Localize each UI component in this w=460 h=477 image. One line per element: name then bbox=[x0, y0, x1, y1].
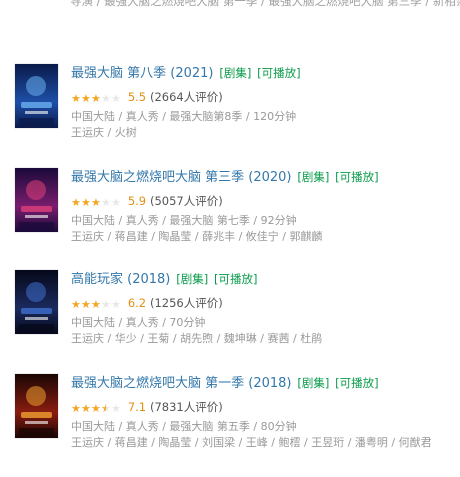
rating-score: 6.2 bbox=[127, 296, 147, 310]
rating-score: 5.9 bbox=[127, 194, 147, 208]
poster-graphic bbox=[15, 374, 58, 438]
item-meta: 中国大陆 / 真人秀 / 最强大脑 第七季 / 92分钟 bbox=[71, 214, 297, 227]
series-tag-link[interactable]: [剧集] bbox=[176, 272, 208, 286]
list-item: 最强大脑 第八季 (2021) [剧集] [可播放] ★★★★★ 5.5 (26… bbox=[0, 64, 460, 144]
star-icon: ★ bbox=[111, 402, 121, 415]
star-icon: ★ bbox=[81, 92, 91, 105]
title-link[interactable]: 高能玩家 (2018) bbox=[71, 272, 170, 287]
poster-graphic bbox=[15, 168, 58, 232]
star-icon: ★ bbox=[71, 196, 81, 209]
title-link[interactable]: 最强大脑 第八季 (2021) bbox=[71, 66, 214, 81]
rating-stars: ★★★★★ bbox=[71, 194, 121, 212]
item-meta: 中国大陆 / 真人秀 / 70分钟 bbox=[71, 316, 206, 329]
list-item: 最强大脑之燃烧吧大脑 第三季 (2020) [剧集] [可播放] ★★★★★ 5… bbox=[0, 168, 460, 248]
poster-graphic bbox=[15, 64, 58, 128]
star-icon: ★ bbox=[71, 298, 81, 311]
rating-stars: ★★★★★ bbox=[71, 90, 121, 108]
item-meta: 中国大陆 / 真人秀 / 最强大脑第8季 / 120分钟 bbox=[71, 110, 297, 123]
playable-tag-link[interactable]: [可播放] bbox=[257, 66, 300, 80]
rating-count: (1256人评价) bbox=[149, 296, 223, 310]
rating-count: (7831人评价) bbox=[149, 400, 223, 414]
list-item: 最强大脑之燃烧吧大脑 第一季 (2018) [剧集] [可播放] ★★★★★ 7… bbox=[0, 374, 460, 454]
item-cast: 王运庆 / 火树 bbox=[71, 126, 137, 139]
list-item: 高能玩家 (2018) [剧集] [可播放] ★★★★★ 6.2 (1256人评… bbox=[0, 270, 460, 350]
star-icon: ★ bbox=[111, 196, 121, 209]
series-tag-link[interactable]: [剧集] bbox=[297, 376, 329, 390]
star-icon: ★ bbox=[101, 400, 111, 418]
item-cast: 王运庆 / 蒋昌建 / 陶晶莹 / 薛兆丰 / 攸佳宁 / 郭麒麟 bbox=[71, 230, 323, 243]
previous-item-cast-line: 导演 / 最强大脑之燃烧吧大脑 第一季 / 最强大脑之燃烧吧大脑 第三季 / 新… bbox=[70, 0, 460, 8]
star-icon: ★ bbox=[101, 298, 111, 311]
playable-tag-link[interactable]: [可播放] bbox=[335, 170, 378, 184]
rating-score: 7.1 bbox=[127, 400, 147, 414]
star-icon: ★ bbox=[91, 402, 101, 415]
poster-image[interactable] bbox=[15, 270, 58, 334]
rating-stars: ★★★★★ bbox=[71, 400, 121, 418]
playable-tag-link[interactable]: [可播放] bbox=[214, 272, 257, 286]
item-meta: 中国大陆 / 真人秀 / 最强大脑 第五季 / 80分钟 bbox=[71, 420, 297, 433]
star-icon: ★ bbox=[101, 196, 111, 209]
poster-image[interactable] bbox=[15, 374, 58, 438]
star-icon: ★ bbox=[91, 92, 101, 105]
star-icon: ★ bbox=[81, 298, 91, 311]
rating-stars: ★★★★★ bbox=[71, 296, 121, 314]
star-icon: ★ bbox=[111, 92, 121, 105]
rating-score: 5.5 bbox=[127, 90, 147, 104]
star-icon: ★ bbox=[71, 402, 81, 415]
title-link[interactable]: 最强大脑之燃烧吧大脑 第一季 (2018) bbox=[71, 376, 292, 391]
series-tag-link[interactable]: [剧集] bbox=[219, 66, 251, 80]
poster-image[interactable] bbox=[15, 168, 58, 232]
rating-count: (2664人评价) bbox=[149, 90, 223, 104]
item-cast: 王运庆 / 蒋昌建 / 陶晶莹 / 刘国梁 / 王峰 / 鲍橒 / 王昱珩 / … bbox=[71, 436, 432, 449]
star-icon: ★ bbox=[101, 92, 111, 105]
poster-image[interactable] bbox=[15, 64, 58, 128]
star-icon: ★ bbox=[111, 298, 121, 311]
poster-graphic bbox=[15, 270, 58, 334]
star-icon: ★ bbox=[91, 298, 101, 311]
star-icon: ★ bbox=[81, 402, 91, 415]
star-icon: ★ bbox=[81, 196, 91, 209]
star-icon: ★ bbox=[71, 92, 81, 105]
item-cast: 王运庆 / 华少 / 王菊 / 胡先煦 / 魏坤琳 / 赛茜 / 杜鹃 bbox=[71, 332, 323, 345]
playable-tag-link[interactable]: [可播放] bbox=[335, 376, 378, 390]
rating-count: (5057人评价) bbox=[149, 194, 223, 208]
title-link[interactable]: 最强大脑之燃烧吧大脑 第三季 (2020) bbox=[71, 170, 292, 185]
star-icon: ★ bbox=[91, 196, 101, 209]
series-tag-link[interactable]: [剧集] bbox=[297, 170, 329, 184]
